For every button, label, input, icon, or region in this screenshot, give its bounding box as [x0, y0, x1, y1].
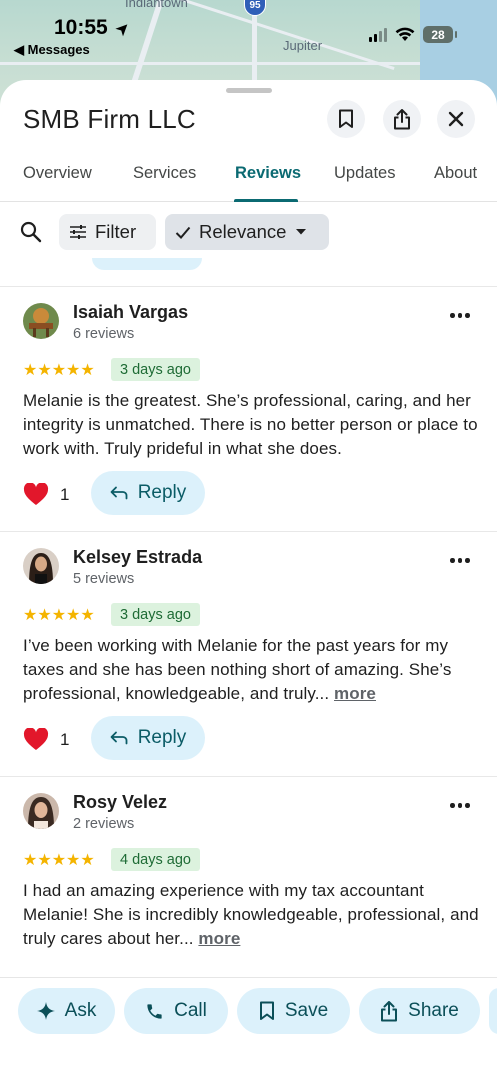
star-rating: ★★★★★	[23, 607, 95, 624]
review-text: I’ve been working with Melanie for the p…	[23, 636, 452, 703]
avatar[interactable]	[23, 793, 59, 829]
map-road	[165, 0, 395, 71]
ask-label: Ask	[64, 1000, 97, 1021]
star-rating: ★★★★★	[23, 362, 95, 379]
battery-indicator: 28	[423, 26, 457, 43]
close-icon	[448, 111, 464, 127]
reply-button[interactable]: Reply	[91, 716, 205, 760]
more-link[interactable]: more	[198, 929, 240, 948]
save-place-button[interactable]	[327, 100, 365, 138]
action-bar: Ask Call Save Share	[0, 977, 497, 1080]
share-button[interactable]: Share	[359, 988, 480, 1034]
share-icon	[394, 108, 410, 129]
heart-icon[interactable]	[23, 482, 49, 511]
like-count: 1	[60, 730, 70, 749]
bookmark-icon	[259, 1001, 274, 1020]
bookmark-icon	[339, 109, 353, 128]
tab-bar: Overview Services Reviews Updates About	[0, 162, 497, 202]
status-indicators: 28	[369, 26, 457, 43]
tab-reviews[interactable]: Reviews	[235, 164, 301, 183]
more-options-icon[interactable]	[450, 558, 470, 563]
call-label: Call	[174, 1000, 207, 1021]
reply-button[interactable]: Reply	[91, 471, 205, 515]
sort-relevance-chip[interactable]: Relevance	[165, 214, 329, 250]
phone-icon	[147, 1003, 162, 1019]
save-button[interactable]: Save	[237, 988, 350, 1034]
more-link[interactable]: more	[334, 684, 376, 703]
tune-icon	[70, 225, 86, 239]
call-button[interactable]: Call	[124, 988, 228, 1034]
review-card: Rosy Velez 2 reviews ★★★★★ 4 days ago I …	[0, 777, 497, 977]
review-date-badge: 3 days ago	[111, 358, 200, 381]
sparkle-icon	[36, 1002, 55, 1020]
heart-icon[interactable]	[23, 727, 49, 756]
active-tab-indicator	[234, 199, 298, 202]
back-to-messages[interactable]: ◀ Messages	[14, 42, 90, 58]
place-sheet: SMB Firm LLC Overview Services Reviews U…	[0, 80, 497, 1080]
review-card: Isaiah Vargas 6 reviews ★★★★★ 3 days ago…	[0, 287, 497, 531]
location-arrow-icon: ➤	[111, 16, 135, 41]
status-time: 10:55	[54, 16, 108, 39]
filter-chip[interactable]: Filter	[59, 214, 156, 250]
review-card: Kelsey Estrada 5 reviews ★★★★★ 3 days ag…	[0, 532, 497, 776]
share-icon	[381, 1000, 398, 1021]
map-label-town: Indiantown	[125, 0, 188, 10]
reply-arrow-icon	[110, 731, 128, 745]
review-date-badge: 4 days ago	[111, 848, 200, 871]
avatar[interactable]	[23, 303, 59, 339]
cellular-signal-icon	[369, 27, 387, 42]
sort-label: Relevance	[199, 221, 287, 242]
place-title: SMB Firm LLC	[23, 104, 196, 134]
reply-label: Reply	[137, 727, 187, 748]
reviewer-review-count: 6 reviews	[73, 326, 135, 342]
like-count: 1	[60, 485, 70, 504]
tab-about[interactable]: About	[434, 164, 477, 183]
reviewer-review-count: 5 reviews	[73, 571, 135, 587]
reviewer-name[interactable]: Rosy Velez	[73, 792, 167, 813]
dropdown-arrow-icon	[296, 229, 307, 235]
search-reviews-button[interactable]	[20, 221, 42, 248]
reviewer-review-count: 2 reviews	[73, 816, 135, 832]
review-text: I had an amazing experience with my tax …	[23, 881, 479, 948]
tab-services[interactable]: Services	[133, 164, 196, 183]
sheet-grabber[interactable]	[226, 88, 272, 93]
filter-label: Filter	[95, 221, 137, 242]
reviewer-name[interactable]: Isaiah Vargas	[73, 302, 188, 323]
save-label: Save	[284, 1000, 329, 1021]
avatar[interactable]	[23, 548, 59, 584]
reviewer-name[interactable]: Kelsey Estrada	[73, 547, 202, 568]
more-actions-button-peek[interactable]	[489, 988, 497, 1034]
share-place-button[interactable]	[383, 100, 421, 138]
wifi-icon	[395, 27, 415, 41]
close-button[interactable]	[437, 100, 475, 138]
review-text: Melanie is the greatest. She’s professio…	[23, 391, 478, 458]
reply-arrow-icon	[110, 486, 128, 500]
more-options-icon[interactable]	[450, 803, 470, 808]
reply-label: Reply	[137, 482, 187, 503]
star-rating: ★★★★★	[23, 852, 95, 869]
previous-reply-button-peek[interactable]	[92, 258, 202, 270]
reviews-toolbar: Filter Relevance	[0, 213, 497, 253]
review-date-badge: 3 days ago	[111, 603, 200, 626]
tab-updates[interactable]: Updates	[334, 164, 395, 183]
share-label: Share	[408, 1000, 459, 1021]
ask-button[interactable]: Ask	[18, 988, 115, 1034]
check-icon	[175, 226, 191, 239]
highway-shield: 95	[244, 0, 266, 16]
tab-overview[interactable]: Overview	[23, 164, 92, 183]
map-label-city: Jupiter	[283, 38, 323, 53]
search-icon	[20, 221, 42, 243]
more-options-icon[interactable]	[450, 313, 470, 318]
